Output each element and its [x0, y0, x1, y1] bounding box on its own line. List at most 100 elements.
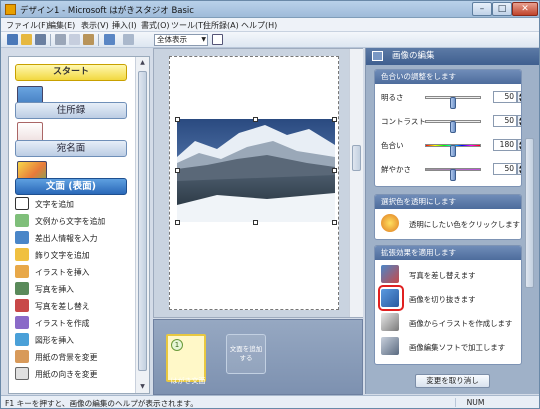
resize-handle[interactable]: [175, 220, 180, 225]
menu-address[interactable]: 住所録(A): [203, 20, 239, 31]
add-page-button[interactable]: 文面を追加する: [226, 334, 266, 374]
undo-changes-button[interactable]: 変更を取り消し: [415, 374, 490, 388]
section-title: 色合いの調整をします: [375, 70, 521, 84]
maximize-button[interactable]: □: [492, 2, 512, 16]
list-item-replace-photo[interactable]: 写真を差し替え: [15, 298, 133, 314]
resize-handle[interactable]: [175, 117, 180, 122]
replace-photo-icon: [15, 299, 29, 312]
toolbar-separator: [50, 34, 51, 46]
slider-knob[interactable]: [450, 97, 456, 109]
canvas-scroll-thumb[interactable]: [352, 145, 361, 171]
spinner-icon[interactable]: ▲ ▼: [517, 139, 521, 151]
menu-help[interactable]: ヘルプ(H): [241, 20, 277, 31]
brightness-value[interactable]: 50: [493, 91, 517, 103]
landscape-photo[interactable]: [177, 119, 335, 222]
list-item-create-illustration[interactable]: イラストを作成: [15, 315, 133, 331]
action-replace-photo[interactable]: 写真を差し替えます: [381, 264, 519, 286]
left-scrollbar[interactable]: ▲ ▼: [135, 57, 149, 393]
design-canvas: [153, 48, 363, 318]
hue-value[interactable]: 180: [493, 139, 517, 151]
saturation-value[interactable]: 50: [493, 163, 517, 175]
background-icon: [15, 350, 29, 363]
brightness-slider[interactable]: [425, 96, 481, 109]
copy-icon[interactable]: [69, 34, 80, 45]
scroll-thumb[interactable]: [138, 71, 147, 371]
canvas-scrollbar[interactable]: [349, 49, 363, 317]
page-view-icon[interactable]: [212, 34, 223, 45]
list-item-change-orientation[interactable]: 用紙の向きを変更: [15, 366, 133, 382]
panel-icon: [372, 51, 383, 61]
section-title: 選択色を透明にします: [375, 195, 521, 209]
zoom-select[interactable]: 全体表示 ▼: [154, 34, 208, 46]
resize-handle[interactable]: [175, 168, 180, 173]
hue-slider[interactable]: [425, 144, 481, 157]
close-button[interactable]: ✕: [512, 2, 538, 16]
paste-icon[interactable]: [83, 34, 94, 45]
new-icon[interactable]: [7, 34, 18, 45]
spinner-icon[interactable]: ▲ ▼: [517, 115, 521, 127]
panel-scrollbar[interactable]: [524, 68, 536, 368]
slider-knob[interactable]: [450, 169, 456, 181]
photo-image: [177, 119, 335, 222]
slider-knob[interactable]: [450, 145, 456, 157]
list-item-change-background[interactable]: 用紙の背景を変更: [15, 349, 133, 365]
menu-format[interactable]: 書式(O): [141, 20, 170, 31]
transparent-color-icon: [381, 214, 399, 232]
list-item-insert-illustration[interactable]: イラストを挿入: [15, 264, 133, 280]
spinner-icon[interactable]: ▲ ▼: [517, 163, 521, 175]
scroll-down-icon[interactable]: ▼: [138, 382, 147, 392]
nav-address-book[interactable]: 住所録: [15, 102, 127, 119]
resize-handle[interactable]: [253, 117, 258, 122]
saturation-slider[interactable]: [425, 168, 481, 181]
list-item-add-text[interactable]: 文字を追加: [15, 196, 133, 212]
action-external-editor[interactable]: 画像編集ソフトで加工します: [381, 336, 519, 358]
nav-address-side[interactable]: 宛名面: [15, 140, 127, 157]
menu-edit[interactable]: 編集(E): [48, 20, 75, 31]
menu-file[interactable]: ファイル(F): [6, 20, 49, 31]
resize-handle[interactable]: [332, 220, 337, 225]
nav-message-side[interactable]: 文面 (表面): [15, 178, 127, 195]
list-item-add-sample-text[interactable]: 文例から文字を追加: [15, 213, 133, 229]
panel-scroll-thumb[interactable]: [525, 138, 534, 288]
hue-slider-row: 色合い 180 ▲ ▼: [381, 138, 521, 157]
contrast-value[interactable]: 50: [493, 115, 517, 127]
task-panel: スタート 住所録 宛名面 文面 (表面) 文字を追加 文例から文字を追加 差出人…: [8, 56, 150, 394]
menu-bar: ファイル(F) 編集(E) 表示(V) 挿入(I) 書式(O) ツール(T) 住…: [1, 18, 539, 32]
effects-section: 拡張効果を適用します 写真を差し替えます 画像を切り抜きます 画像からイラストを…: [374, 245, 522, 365]
image-editor-icon: [381, 337, 399, 355]
resize-handle[interactable]: [332, 117, 337, 122]
minimize-button[interactable]: –: [472, 2, 492, 16]
list-item-insert-shape[interactable]: 図形を挿入: [15, 332, 133, 348]
save-icon[interactable]: [35, 34, 46, 45]
page-thumbnail[interactable]: 1 はがき文面: [166, 334, 206, 385]
action-crop-image[interactable]: 画像を切り抜きます: [378, 285, 519, 311]
start-button[interactable]: スタート: [15, 64, 127, 81]
section-title: 拡張効果を適用します: [375, 246, 521, 260]
resize-handle[interactable]: [332, 168, 337, 173]
slider-knob[interactable]: [450, 121, 456, 133]
spinner-icon[interactable]: ▲ ▼: [517, 91, 521, 103]
list-item-insert-photo[interactable]: 写真を挿入: [15, 281, 133, 297]
shape-icon: [15, 333, 29, 346]
action-create-illustration[interactable]: 画像からイラストを作成します: [381, 312, 519, 334]
undo-icon[interactable]: [104, 34, 115, 45]
status-text: F1 キーを押すと、画像の編集のヘルプが表示されます。: [5, 399, 198, 408]
resize-handle[interactable]: [253, 220, 258, 225]
scroll-up-icon[interactable]: ▲: [138, 58, 147, 68]
sample-text-icon: [15, 214, 29, 227]
open-folder-icon[interactable]: [21, 34, 32, 45]
postcard-page[interactable]: [169, 56, 339, 310]
create-illustration-icon: [15, 316, 29, 329]
list-item-sender-info[interactable]: 差出人情報を入力: [15, 230, 133, 246]
menu-view[interactable]: 表示(V): [81, 20, 109, 31]
redo-icon[interactable]: [123, 34, 134, 45]
cut-icon[interactable]: [55, 34, 66, 45]
list-item-add-decorated-text[interactable]: 飾り文字を追加: [15, 247, 133, 263]
photo-icon: [15, 282, 29, 295]
transparent-color-item[interactable]: 透明にしたい色をクリックします: [381, 213, 520, 235]
contrast-slider[interactable]: [425, 120, 481, 133]
panel-header: 画像の編集: [366, 48, 539, 65]
menu-tools[interactable]: ツール(T): [171, 20, 206, 31]
menu-insert[interactable]: 挿入(I): [112, 20, 137, 31]
brightness-slider-row: 明るさ 50 ▲ ▼: [381, 90, 521, 109]
